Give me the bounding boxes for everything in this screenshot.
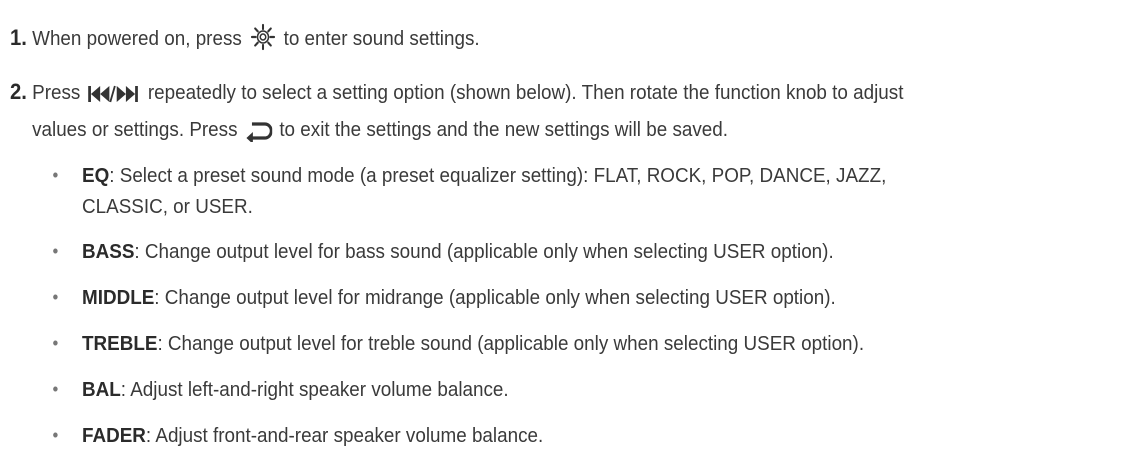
list-item: • BASS: Change output level for bass sou… — [53, 236, 886, 267]
option-term: MIDDLE — [82, 286, 155, 309]
option-description: : Change output level for bass sound (ap… — [134, 240, 834, 263]
step-text: When powered on, press — [32, 27, 242, 50]
option-description: : Adjust front-and-rear speaker volume b… — [145, 424, 544, 447]
skip-back-forward-icon — [87, 83, 140, 114]
list-item: • TREBLE: Change output level for treble… — [53, 328, 886, 359]
step-text: repeatedly to select a setting option (s… — [147, 81, 904, 104]
step-number: 2. — [10, 79, 27, 104]
step-text: Press — [32, 81, 81, 104]
bullet-icon: • — [52, 425, 59, 445]
option-description: : Adjust left-and-right speaker volume b… — [120, 378, 509, 401]
step-1: 1. When powered on, press to enter sound… — [10, 22, 480, 60]
gear-icon — [249, 23, 277, 60]
step-2: 2. Press repeatedly to select a setting … — [10, 76, 903, 151]
bullet-icon: • — [52, 287, 59, 307]
step-text: to exit the settings and the new setting… — [279, 118, 729, 141]
bullet-icon: • — [52, 379, 59, 399]
step-text: to enter sound settings. — [283, 27, 480, 50]
return-arrow-icon — [245, 120, 273, 151]
option-term: FADER — [82, 424, 146, 447]
step-number: 1. — [10, 25, 27, 50]
option-term: BASS — [82, 240, 135, 263]
option-description: : Change output level for treble sound (… — [157, 332, 865, 355]
option-description: : Change output level for midrange (appl… — [154, 286, 836, 309]
bullet-icon: • — [52, 241, 59, 261]
list-item: • MIDDLE: Change output level for midran… — [53, 282, 886, 313]
list-item: • FADER: Adjust front-and-rear speaker v… — [53, 420, 886, 451]
list-item: • EQ: Select a preset sound mode (a pres… — [53, 160, 887, 222]
step-text: values or settings. Press — [32, 118, 238, 141]
bullet-icon: • — [52, 165, 59, 185]
step-text-line2: values or settings. Press to exit the se… — [10, 114, 903, 151]
option-term: BAL — [82, 378, 121, 401]
option-description: : Select a preset sound mode (a preset e… — [109, 164, 887, 187]
option-term: EQ — [82, 164, 110, 187]
option-description: CLASSIC, or USER. — [82, 195, 253, 218]
settings-option-list: • EQ: Select a preset sound mode (a pres… — [53, 160, 887, 451]
option-term: TREBLE — [82, 332, 158, 355]
bullet-icon: • — [52, 333, 59, 353]
manual-page: 1. When powered on, press to enter sound… — [0, 0, 1143, 468]
list-item: • BAL: Adjust left-and-right speaker vol… — [53, 374, 886, 405]
